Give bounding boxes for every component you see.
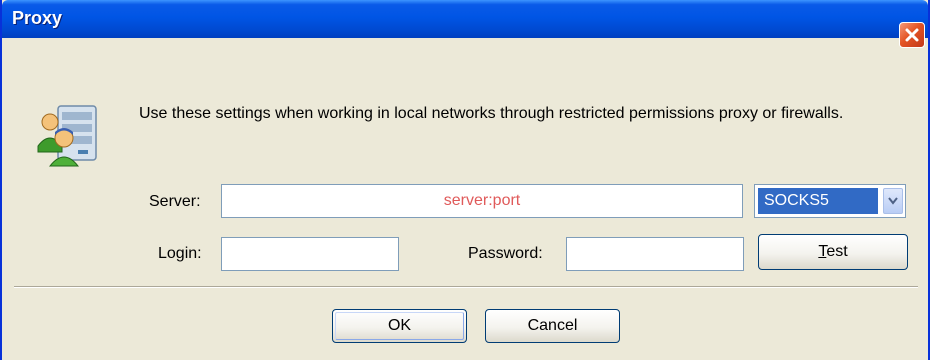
login-input[interactable] — [221, 237, 399, 271]
test-button-label: est — [826, 243, 848, 260]
password-label: Password: — [468, 245, 543, 262]
chevron-down-icon — [888, 197, 898, 205]
protocol-dropdown-button[interactable] — [883, 188, 903, 214]
cancel-button-label: Cancel — [527, 317, 578, 334]
password-input[interactable] — [566, 237, 744, 271]
test-button[interactable]: Test — [758, 234, 908, 270]
ok-button-label: OK — [387, 317, 412, 334]
proxy-dialog: Proxy Use these settings when working in… — [0, 0, 930, 360]
login-label: Login: — [158, 245, 202, 262]
protocol-selected-value: SOCKS5 — [758, 188, 878, 214]
network-users-icon — [34, 98, 112, 170]
protocol-select[interactable]: SOCKS5 — [754, 184, 906, 218]
close-button[interactable] — [899, 22, 925, 48]
cancel-button[interactable]: Cancel — [485, 309, 620, 343]
window-title: Proxy — [12, 8, 63, 28]
server-input[interactable] — [221, 184, 743, 218]
separator — [14, 286, 918, 288]
close-icon — [905, 28, 919, 42]
server-label: Server: — [149, 193, 201, 210]
description-text: Use these settings when working in local… — [139, 105, 844, 122]
title-bar[interactable]: Proxy — [2, 0, 928, 38]
ok-button[interactable]: OK — [332, 309, 467, 343]
